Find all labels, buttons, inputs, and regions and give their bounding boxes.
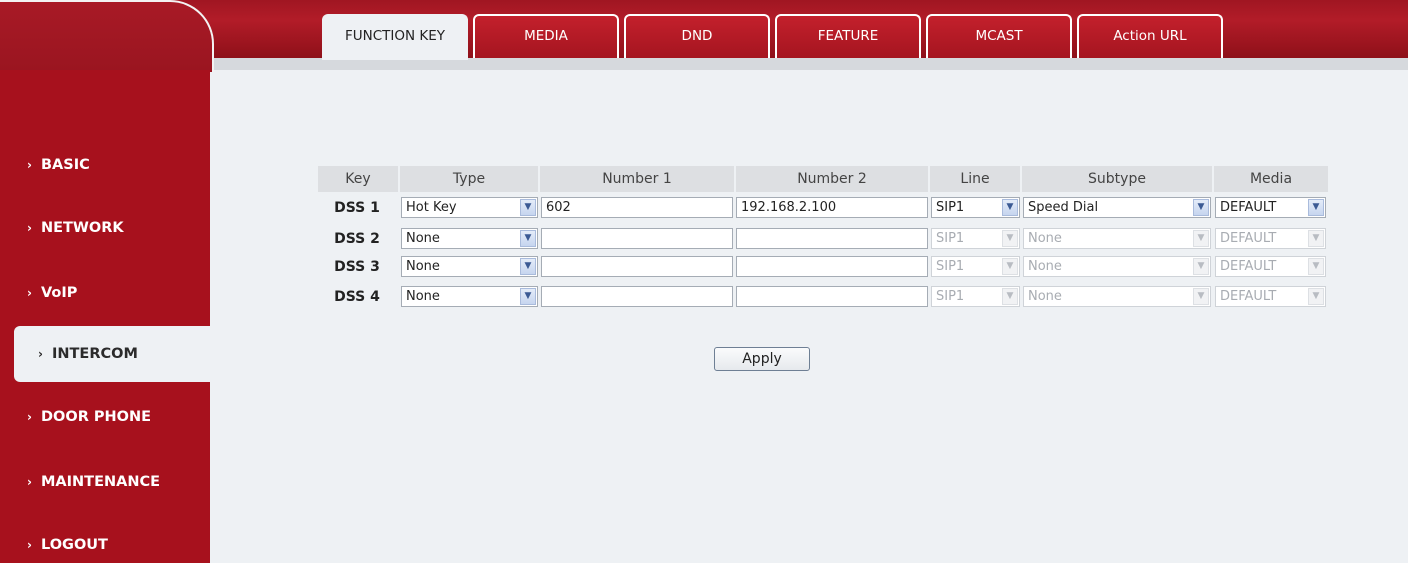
chevron-right-icon: › xyxy=(38,347,43,361)
number-2-input[interactable]: 192.168.2.100 xyxy=(736,197,928,218)
chevron-down-icon: ▼ xyxy=(1002,258,1018,275)
chevron-right-icon: › xyxy=(27,286,32,300)
sidebar-item-logout[interactable]: › LOGOUT xyxy=(14,517,214,563)
line-select: SIP1 ▼ xyxy=(931,286,1020,307)
sidebar-item-basic[interactable]: › BASIC xyxy=(14,137,214,193)
type-select[interactable]: Hot Key ▼ xyxy=(401,197,538,218)
number-1-input[interactable]: 602 xyxy=(541,197,733,218)
column-header-number-2: Number 2 xyxy=(736,166,928,192)
sidebar-item-voip[interactable]: › VoIP xyxy=(14,265,214,321)
chevron-down-icon: ▼ xyxy=(520,258,536,275)
type-select[interactable]: None ▼ xyxy=(401,228,538,249)
chevron-down-icon: ▼ xyxy=(1193,230,1209,247)
tab-function-key[interactable]: FUNCTION KEY xyxy=(322,14,468,60)
chevron-down-icon: ▼ xyxy=(1193,199,1209,216)
number-1-input[interactable] xyxy=(541,256,733,277)
chevron-down-icon: ▼ xyxy=(1308,199,1324,216)
subtype-select: None ▼ xyxy=(1023,228,1211,249)
chevron-right-icon: › xyxy=(27,475,32,489)
chevron-down-icon: ▼ xyxy=(1308,258,1324,275)
media-select: DEFAULT ▼ xyxy=(1215,286,1326,307)
row-key-label: DSS 2 xyxy=(334,231,380,247)
chevron-right-icon: › xyxy=(27,538,32,552)
chevron-right-icon: › xyxy=(27,221,32,235)
chevron-down-icon: ▼ xyxy=(1002,230,1018,247)
number-2-input[interactable] xyxy=(736,228,928,249)
tab-feature[interactable]: FEATURE xyxy=(775,14,921,58)
column-header-type: Type xyxy=(400,166,538,192)
column-header-key: Key xyxy=(318,166,398,192)
chevron-down-icon: ▼ xyxy=(1308,288,1324,305)
number-2-input[interactable] xyxy=(736,256,928,277)
chevron-down-icon: ▼ xyxy=(1308,230,1324,247)
sidebar-item-network[interactable]: › NETWORK xyxy=(14,200,214,256)
column-header-media: Media xyxy=(1214,166,1328,192)
media-select: DEFAULT ▼ xyxy=(1215,256,1326,277)
apply-button[interactable]: Apply xyxy=(714,347,810,371)
line-select: SIP1 ▼ xyxy=(931,256,1020,277)
chevron-down-icon: ▼ xyxy=(1193,288,1209,305)
column-header-number-1: Number 1 xyxy=(540,166,734,192)
row-key-label: DSS 3 xyxy=(334,259,380,275)
line-select[interactable]: SIP1 ▼ xyxy=(931,197,1020,218)
sidebar-item-intercom[interactable]: › INTERCOM xyxy=(14,326,210,382)
number-1-input[interactable] xyxy=(541,228,733,249)
chevron-right-icon: › xyxy=(27,410,32,424)
chevron-down-icon: ▼ xyxy=(520,230,536,247)
sidebar-item-door-phone[interactable]: › DOOR PHONE xyxy=(14,389,214,445)
subtype-select: None ▼ xyxy=(1023,286,1211,307)
number-1-input[interactable] xyxy=(541,286,733,307)
row-key-label: DSS 1 xyxy=(334,200,380,216)
chevron-down-icon: ▼ xyxy=(520,199,536,216)
tab-dnd[interactable]: DND xyxy=(624,14,770,58)
chevron-right-icon: › xyxy=(27,158,32,172)
subtype-select: None ▼ xyxy=(1023,256,1211,277)
sidebar-item-maintenance[interactable]: › MAINTENANCE xyxy=(14,454,214,510)
column-header-subtype: Subtype xyxy=(1022,166,1212,192)
column-header-line: Line xyxy=(930,166,1020,192)
number-2-input[interactable] xyxy=(736,286,928,307)
subtype-select[interactable]: Speed Dial ▼ xyxy=(1023,197,1211,218)
logo-corner xyxy=(0,0,214,72)
type-select[interactable]: None ▼ xyxy=(401,256,538,277)
row-key-label: DSS 4 xyxy=(334,289,380,305)
chevron-down-icon: ▼ xyxy=(1193,258,1209,275)
tab-mcast[interactable]: MCAST xyxy=(926,14,1072,58)
chevron-down-icon: ▼ xyxy=(1002,199,1018,216)
chevron-down-icon: ▼ xyxy=(520,288,536,305)
media-select[interactable]: DEFAULT ▼ xyxy=(1215,197,1326,218)
media-select: DEFAULT ▼ xyxy=(1215,228,1326,249)
type-select[interactable]: None ▼ xyxy=(401,286,538,307)
tab-action-url[interactable]: Action URL xyxy=(1077,14,1223,58)
chevron-down-icon: ▼ xyxy=(1002,288,1018,305)
line-select: SIP1 ▼ xyxy=(931,228,1020,249)
tab-media[interactable]: MEDIA xyxy=(473,14,619,58)
